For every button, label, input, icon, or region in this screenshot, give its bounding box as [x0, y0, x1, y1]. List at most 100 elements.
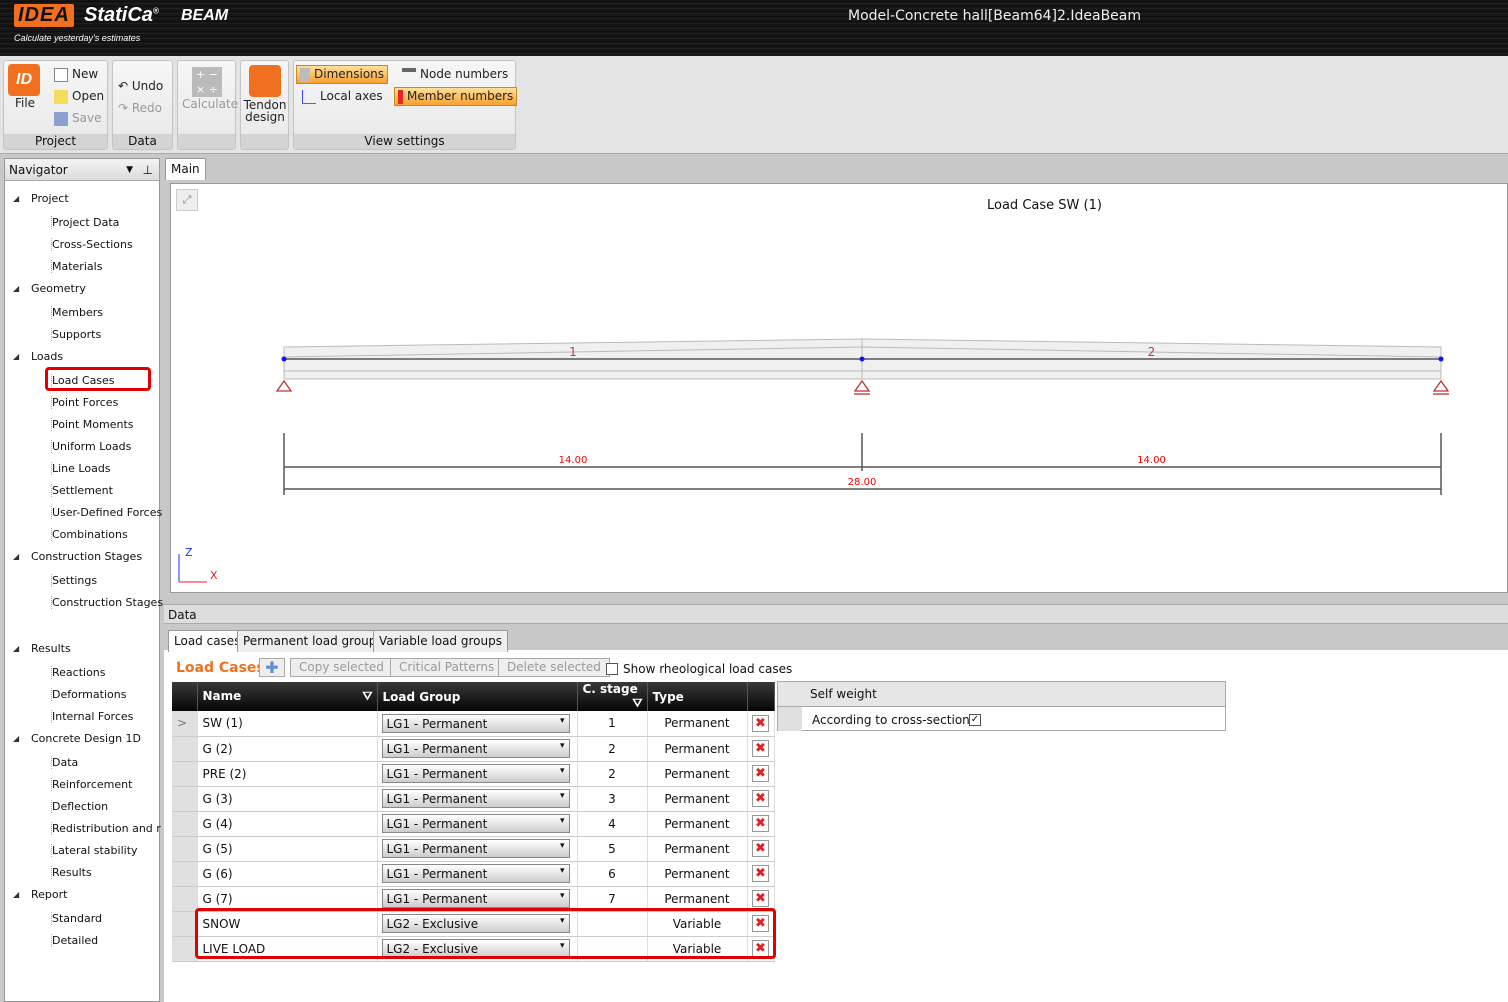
nav-item[interactable]: Project Data: [51, 216, 119, 229]
expand-icon[interactable]: ◢: [13, 352, 19, 361]
table-row[interactable]: G (5) LG1 - Permanent 5 Permanent ✖: [172, 836, 775, 862]
nav-item[interactable]: Materials: [51, 260, 102, 273]
delete-selected-button[interactable]: Delete selected: [498, 658, 610, 677]
new-button[interactable]: New: [54, 67, 98, 82]
nav-item[interactable]: ◢ Concrete Design 1D: [13, 732, 141, 745]
nav-item[interactable]: Reactions: [51, 666, 106, 679]
nav-item[interactable]: Point Moments: [51, 418, 134, 431]
load-group-dropdown[interactable]: LG1 - Permanent: [381, 764, 570, 783]
nav-item[interactable]: Line Loads: [51, 462, 111, 475]
nav-item[interactable]: ◢ Geometry: [13, 282, 86, 295]
expand-icon[interactable]: ◢: [13, 194, 19, 203]
cell-name[interactable]: G (2): [197, 736, 378, 762]
cell-load-group[interactable]: LG1 - Permanent: [377, 711, 578, 737]
filter-icon[interactable]: ⛛: [632, 696, 642, 711]
row-selector[interactable]: [172, 911, 198, 937]
column-c-stage[interactable]: C. stage ⛛: [577, 682, 648, 711]
cell-load-group[interactable]: LG1 - Permanent: [377, 811, 578, 837]
nav-item[interactable]: User-Defined Forces: [51, 506, 162, 519]
file-button[interactable]: ID File: [8, 64, 42, 110]
delete-row-icon[interactable]: ✖: [752, 740, 769, 757]
cell-name[interactable]: SW (1): [197, 711, 378, 737]
tab-main[interactable]: Main: [165, 158, 206, 180]
cell-name[interactable]: G (4): [197, 811, 378, 837]
tab-permanent-load-groups[interactable]: Permanent load groups: [237, 630, 389, 652]
nav-item[interactable]: Data: [51, 756, 78, 769]
nav-item[interactable]: ◢ Construction Stages: [13, 550, 142, 563]
cell-name[interactable]: G (5): [197, 836, 378, 862]
nav-item[interactable]: Results: [51, 866, 92, 879]
calculate-button[interactable]: + − × ÷ Calculate: [182, 67, 238, 111]
row-selector[interactable]: [172, 936, 198, 962]
dimensions-toggle[interactable]: Dimensions: [296, 65, 389, 84]
redo-button[interactable]: ↷ Redo: [118, 101, 162, 115]
nav-item[interactable]: Redistribution and r: [51, 822, 161, 835]
expand-icon[interactable]: ◢: [13, 734, 19, 743]
row-selector[interactable]: [172, 836, 198, 862]
nav-item[interactable]: ◢ Results: [13, 642, 71, 655]
table-row[interactable]: PRE (2) LG1 - Permanent 2 Permanent ✖: [172, 761, 775, 787]
delete-row-icon[interactable]: ✖: [752, 790, 769, 807]
nav-item[interactable]: ◢ Loads: [13, 350, 63, 363]
cell-load-group[interactable]: LG1 - Permanent: [377, 836, 578, 862]
member-numbers-toggle[interactable]: Member numbers: [394, 87, 518, 106]
pin-icon[interactable]: ⊥: [143, 159, 153, 181]
tab-variable-load-groups[interactable]: Variable load groups: [373, 630, 508, 652]
nav-item[interactable]: Combinations: [51, 528, 128, 541]
dropdown-icon[interactable]: ▼: [126, 159, 133, 181]
cell-c-stage[interactable]: 2: [577, 761, 648, 787]
expand-icon[interactable]: ◢: [13, 890, 19, 899]
nav-item[interactable]: Internal Forces: [51, 710, 133, 723]
tab-load-cases[interactable]: Load cases: [168, 630, 247, 652]
load-group-dropdown[interactable]: LG1 - Permanent: [381, 789, 570, 808]
cell-c-stage[interactable]: 1: [577, 711, 648, 737]
nav-item[interactable]: Settlement: [51, 484, 113, 497]
row-selector[interactable]: [172, 886, 198, 912]
nav-item[interactable]: ◢ Report: [13, 888, 67, 901]
table-row[interactable]: G (3) LG1 - Permanent 3 Permanent ✖: [172, 786, 775, 812]
cell-name[interactable]: G (3): [197, 786, 378, 812]
table-row[interactable]: G (4) LG1 - Permanent 4 Permanent ✖: [172, 811, 775, 837]
nav-item[interactable]: Uniform Loads: [51, 440, 131, 453]
delete-row-icon[interactable]: ✖: [752, 765, 769, 782]
undo-button[interactable]: ↶ Undo: [118, 79, 163, 93]
save-button[interactable]: Save: [54, 111, 101, 126]
table-row[interactable]: G (2) LG1 - Permanent 2 Permanent ✖: [172, 736, 775, 762]
column-load-group[interactable]: Load Group: [377, 682, 578, 711]
nav-item[interactable]: Cross-Sections: [51, 238, 133, 251]
load-group-dropdown[interactable]: LG1 - Permanent: [381, 814, 570, 833]
row-selector[interactable]: >: [172, 711, 198, 737]
row-selector[interactable]: [172, 736, 198, 762]
table-row[interactable]: > SW (1) LG1 - Permanent 1 Permanent ✖: [172, 711, 775, 737]
nav-item[interactable]: Supports: [51, 328, 101, 341]
cell-c-stage[interactable]: 5: [577, 836, 648, 862]
delete-row-icon[interactable]: ✖: [752, 714, 769, 732]
row-selector[interactable]: [172, 861, 198, 887]
cell-load-group[interactable]: LG1 - Permanent: [377, 761, 578, 787]
expand-icon[interactable]: ◢: [13, 284, 19, 293]
nav-item[interactable]: Detailed: [51, 934, 98, 947]
row-selector[interactable]: [172, 761, 198, 787]
tendon-design-button[interactable]: Tendon design: [243, 65, 287, 123]
nav-item[interactable]: ◢ Project: [13, 192, 69, 205]
load-group-dropdown[interactable]: LG1 - Permanent: [381, 889, 570, 908]
load-group-dropdown[interactable]: LG1 - Permanent: [381, 839, 570, 858]
expand-icon[interactable]: ◢: [13, 552, 19, 561]
delete-row-icon[interactable]: ✖: [752, 865, 769, 882]
nav-item[interactable]: Members: [51, 306, 103, 319]
cell-name[interactable]: PRE (2): [197, 761, 378, 787]
self-weight-checkbox[interactable]: ✓: [969, 714, 981, 726]
cell-load-group[interactable]: LG1 - Permanent: [377, 861, 578, 887]
cell-load-group[interactable]: LG1 - Permanent: [377, 736, 578, 762]
cell-c-stage[interactable]: 4: [577, 811, 648, 837]
column-type[interactable]: Type: [647, 682, 748, 711]
delete-row-icon[interactable]: ✖: [752, 840, 769, 857]
add-load-case-button[interactable]: ✚: [259, 658, 285, 677]
filter-icon[interactable]: ⛛: [362, 689, 372, 704]
model-view[interactable]: ⤢ Load Case SW (1) 1 2 14.00 14.00 28.00 Z X: [170, 183, 1508, 593]
row-selector[interactable]: [172, 811, 198, 837]
load-group-dropdown[interactable]: LG1 - Permanent: [381, 713, 570, 733]
delete-row-icon[interactable]: ✖: [752, 815, 769, 832]
nav-item[interactable]: Construction Stages: [51, 596, 163, 609]
nav-item[interactable]: Deflection: [51, 800, 108, 813]
